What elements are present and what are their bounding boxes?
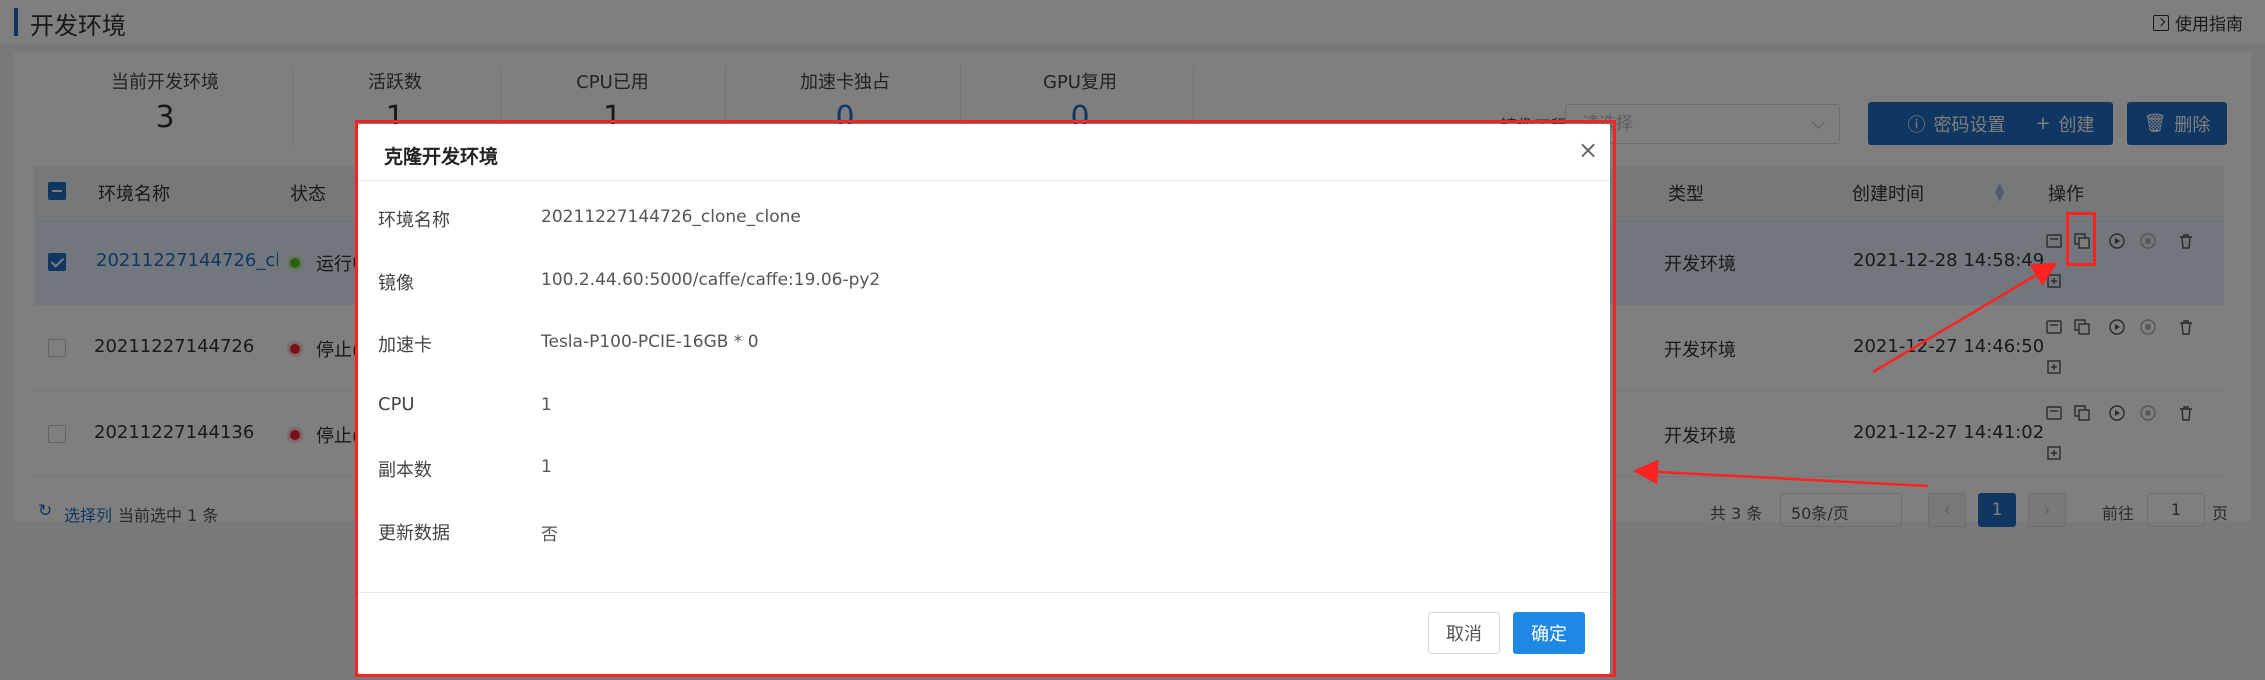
annotation-arrow-to-clone-icon xyxy=(1872,262,2058,374)
annotation-arrow-to-dialog xyxy=(1633,459,1929,488)
annotation-arrows xyxy=(1633,262,2058,488)
